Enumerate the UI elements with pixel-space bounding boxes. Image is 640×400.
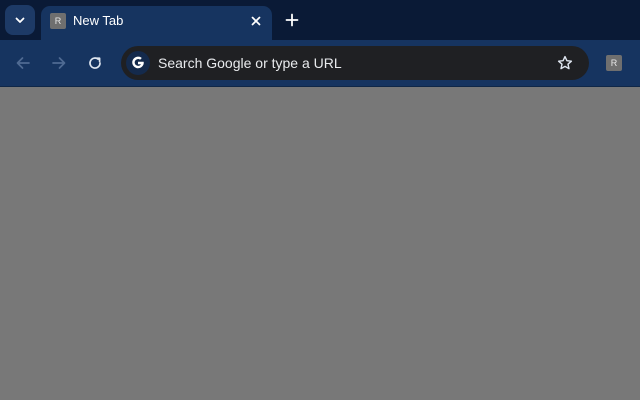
- arrow-right-icon: [52, 57, 66, 69]
- arrow-left-icon: [16, 57, 30, 69]
- chevron-down-icon: [15, 17, 25, 23]
- star-icon: [557, 55, 573, 70]
- google-g-glyph: [132, 56, 144, 69]
- omnibox-placeholder[interactable]: Search Google or type a URL: [158, 55, 342, 71]
- tab-title: New Tab: [73, 13, 124, 28]
- forward-button[interactable]: [47, 51, 71, 75]
- google-g-icon[interactable]: [126, 51, 150, 75]
- tab-favicon: R: [50, 13, 66, 29]
- back-button[interactable]: [11, 51, 35, 75]
- tab-close-button[interactable]: [246, 11, 266, 31]
- toolbar: Search Google or type a URL R: [0, 40, 640, 87]
- profile-letter: R: [610, 58, 618, 68]
- new-tab-button[interactable]: [280, 8, 304, 32]
- tab-favicon-letter: R: [54, 16, 62, 26]
- omnibox[interactable]: Search Google or type a URL: [121, 46, 589, 80]
- close-icon: [251, 16, 261, 26]
- reload-icon: [89, 57, 101, 69]
- profile-avatar-button[interactable]: R: [606, 55, 622, 71]
- tab-strip: R New Tab: [0, 0, 640, 40]
- browser-window: R New Tab Search Google or type a URL R: [0, 0, 640, 400]
- plus-icon: [285, 13, 299, 27]
- page-content-area: [0, 87, 640, 400]
- tab-search-button[interactable]: [5, 5, 35, 35]
- bookmark-star-button[interactable]: [555, 53, 575, 73]
- tab-new-tab[interactable]: R New Tab: [41, 6, 272, 40]
- reload-button[interactable]: [83, 51, 107, 75]
